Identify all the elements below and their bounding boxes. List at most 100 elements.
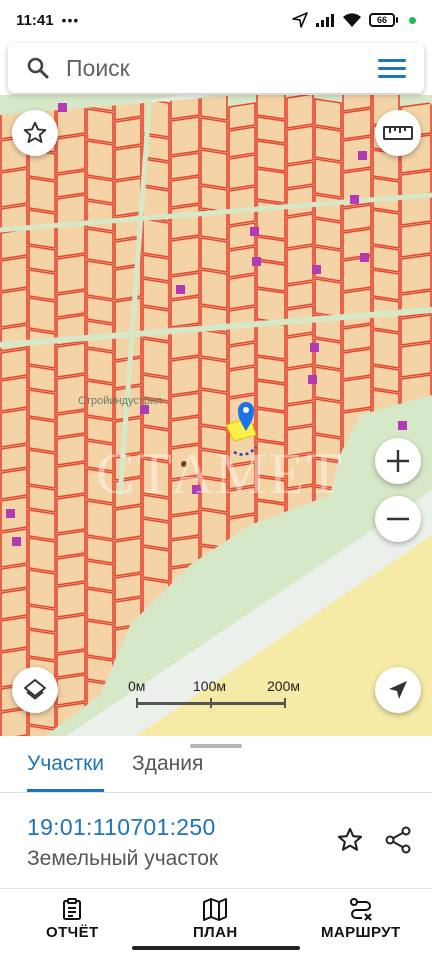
land-parcel[interactable] (86, 260, 114, 300)
land-parcel[interactable] (56, 462, 86, 498)
land-parcel[interactable] (372, 389, 400, 421)
land-parcel[interactable] (200, 95, 228, 121)
land-parcel[interactable] (28, 417, 56, 453)
map-canvas[interactable] (0, 95, 432, 740)
land-parcel[interactable] (256, 260, 286, 292)
land-parcel[interactable] (372, 209, 400, 249)
land-parcel[interactable] (400, 314, 432, 346)
land-parcel[interactable] (256, 95, 286, 120)
land-parcel[interactable] (170, 176, 200, 208)
land-parcel[interactable] (0, 348, 28, 380)
land-parcel[interactable] (114, 177, 142, 217)
land-parcel[interactable] (286, 245, 314, 285)
land-parcel[interactable] (56, 170, 86, 198)
land-parcel[interactable] (314, 366, 342, 402)
land-parcel[interactable] (56, 614, 86, 654)
land-parcel[interactable] (200, 569, 228, 601)
land-parcel[interactable] (86, 200, 114, 232)
land-parcel[interactable] (56, 674, 86, 706)
land-parcel[interactable] (0, 708, 28, 740)
land-parcel[interactable] (200, 149, 228, 189)
land-parcel[interactable] (286, 545, 314, 577)
land-parcel[interactable] (228, 274, 256, 310)
land-parcel[interactable] (286, 401, 314, 429)
land-parcel[interactable] (114, 625, 142, 661)
land-parcel[interactable] (314, 126, 342, 162)
land-parcel[interactable] (0, 168, 28, 208)
zoom-out-button[interactable] (375, 496, 421, 542)
land-parcel[interactable] (114, 573, 142, 601)
land-parcel[interactable] (56, 530, 86, 558)
land-parcel[interactable] (0, 288, 28, 328)
land-parcel[interactable] (86, 348, 114, 384)
land-parcel[interactable] (200, 117, 228, 153)
zoom-in-button[interactable] (375, 438, 421, 484)
land-parcel[interactable] (28, 449, 56, 489)
land-parcel[interactable] (28, 629, 56, 661)
cadastral-map[interactable] (0, 95, 432, 740)
land-parcel[interactable] (314, 194, 342, 222)
land-parcel[interactable] (200, 509, 228, 549)
land-parcel[interactable] (114, 597, 142, 629)
land-parcel[interactable] (286, 521, 314, 549)
land-parcel[interactable] (228, 546, 256, 586)
land-parcel[interactable] (56, 582, 86, 618)
land-parcel[interactable] (28, 269, 56, 301)
land-parcel[interactable] (170, 236, 200, 276)
land-parcel[interactable] (142, 338, 170, 378)
land-parcel[interactable] (86, 95, 114, 112)
land-parcel[interactable] (28, 537, 56, 573)
land-parcel[interactable] (56, 434, 86, 466)
land-parcel[interactable] (56, 290, 86, 318)
my-location-button[interactable] (375, 667, 421, 713)
land-parcel[interactable] (228, 186, 256, 226)
land-parcel[interactable] (114, 537, 142, 577)
land-parcel[interactable] (28, 509, 56, 541)
land-parcel[interactable] (170, 512, 200, 540)
land-parcel[interactable] (228, 514, 256, 550)
land-parcel[interactable] (256, 168, 286, 204)
tab-parcels[interactable]: Участки (27, 750, 104, 792)
land-parcel[interactable] (314, 518, 342, 558)
land-parcel[interactable] (170, 296, 200, 328)
share-icon[interactable] (384, 826, 412, 854)
land-parcel[interactable] (56, 494, 86, 534)
land-parcel[interactable] (256, 116, 286, 144)
layers-button[interactable] (12, 667, 58, 713)
land-parcel[interactable] (200, 185, 228, 213)
land-parcel[interactable] (342, 95, 372, 112)
land-parcel[interactable] (86, 656, 114, 684)
land-parcel[interactable] (142, 614, 170, 642)
land-parcel[interactable] (228, 246, 256, 278)
land-parcel[interactable] (28, 485, 56, 513)
land-parcel[interactable] (86, 620, 114, 660)
land-parcel[interactable] (28, 297, 56, 333)
land-parcel[interactable] (0, 588, 28, 620)
land-parcel[interactable] (56, 650, 86, 678)
land-parcel[interactable] (86, 536, 114, 564)
land-parcel[interactable] (28, 245, 56, 273)
land-parcel[interactable] (372, 269, 400, 301)
land-parcel[interactable] (114, 95, 142, 121)
land-parcel[interactable] (200, 357, 228, 393)
land-parcel[interactable] (142, 638, 170, 670)
land-parcel[interactable] (286, 161, 314, 189)
land-parcel[interactable] (170, 116, 200, 156)
land-parcel[interactable] (0, 408, 28, 448)
ruler-button[interactable] (375, 110, 421, 156)
land-parcel[interactable] (314, 398, 342, 438)
land-parcel[interactable] (0, 376, 28, 412)
land-parcel[interactable] (200, 597, 228, 633)
land-parcel[interactable] (200, 329, 228, 361)
land-parcel[interactable] (228, 126, 256, 158)
land-parcel[interactable] (342, 324, 372, 352)
search-input[interactable]: Поиск (66, 55, 130, 82)
land-parcel[interactable] (342, 468, 372, 500)
land-parcel[interactable] (170, 564, 200, 600)
drag-handle[interactable] (190, 744, 242, 748)
land-parcel[interactable] (28, 177, 56, 213)
land-parcel[interactable] (0, 444, 28, 472)
land-parcel[interactable] (142, 254, 170, 282)
land-parcel[interactable] (86, 296, 114, 324)
land-parcel[interactable] (170, 596, 200, 636)
